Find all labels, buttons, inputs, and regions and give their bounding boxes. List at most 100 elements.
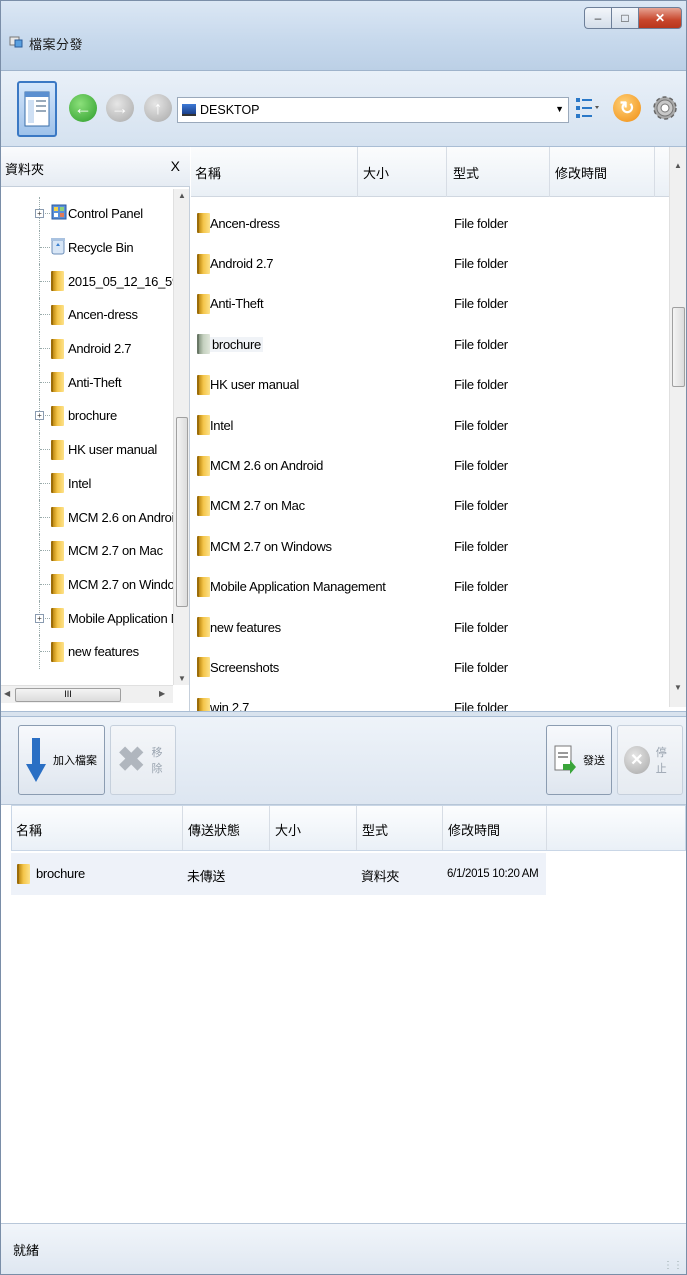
scroll-left-icon[interactable]: ◀ [4,689,10,698]
file-name: new features [210,619,281,635]
column-header-name[interactable]: 名稱 [195,163,221,182]
column-header-type[interactable]: 型式 [362,820,388,839]
file-row[interactable]: MCM 2.7 on Mac File folder [191,486,669,526]
tree-item[interactable]: + Mobile Application Ma [1,601,173,635]
refresh-button[interactable]: ↻ [609,81,645,135]
tree-item[interactable]: Recycle Bin [1,230,173,265]
tree-item[interactable]: Android 2.7 [1,331,173,366]
folder-icon [17,864,30,887]
tree-item[interactable]: Anti-Theft [1,365,173,400]
queue-row[interactable]: brochure 未傳送 資料夾 6/1/2015 10:20 AM [11,853,546,895]
folder-icon [51,439,64,460]
column-header-modified[interactable]: 修改時間 [555,163,607,182]
tree-item[interactable]: Intel [1,466,173,501]
file-type: File folder [454,659,508,675]
file-row[interactable]: Mobile Application Management File folder [191,567,669,607]
folder-icon [197,617,210,638]
resize-grip-icon[interactable]: ⋮⋮ [663,1260,683,1271]
folder-tree-close-button[interactable]: X [171,158,180,174]
tree-item[interactable]: + Control Panel [1,197,173,231]
file-row[interactable]: Anti-Theft File folder [191,284,669,324]
scrollbar-grip: III [64,689,72,699]
scroll-up-icon[interactable]: ▲ [674,161,682,170]
column-header-name[interactable]: 名稱 [16,820,42,839]
up-icon: ↑ [144,94,172,122]
file-row[interactable]: Ancen-dress File folder [191,203,669,243]
file-list-vertical-scrollbar[interactable]: ▲ ▼ [669,147,686,707]
file-type: File folder [454,619,508,635]
view-options-button[interactable] [569,81,605,135]
tree-item[interactable]: MCM 2.7 on Windows [1,567,173,602]
chevron-down-icon[interactable]: ▼ [555,104,564,114]
file-type: File folder [454,256,508,272]
file-row[interactable]: Android 2.7 File folder [191,243,669,283]
scroll-up-icon[interactable]: ▲ [178,191,186,200]
file-row[interactable]: MCM 2.7 on Windows File folder [191,526,669,566]
folder-icon [51,608,64,629]
folder-tree-horizontal-scrollbar[interactable]: ◀ III ▶ [1,685,173,703]
tree-item[interactable]: MCM 2.7 on Mac [1,533,173,568]
minimize-button[interactable]: – [584,7,611,29]
tree-item-label: Mobile Application Ma [68,610,173,626]
maximize-button[interactable]: □ [611,7,638,29]
scroll-down-icon[interactable]: ▼ [178,674,186,683]
column-header-status[interactable]: 傳送狀態 [188,820,240,839]
folder-tree-vertical-scrollbar[interactable]: ▲ ▼ [173,189,189,685]
file-row[interactable]: MCM 2.6 on Android File folder [191,445,669,485]
folder-tree: + Control Panel Recycle Bin 2015_05_12_16_5… [1,197,173,669]
folder-icon [51,304,64,325]
file-row[interactable]: Screenshots File folder [191,647,669,687]
forward-icon: → [106,94,134,122]
expand-icon[interactable]: + [35,411,44,421]
folder-icon [51,574,64,595]
scroll-down-icon[interactable]: ▼ [674,683,682,692]
control-panel-icon [51,204,67,223]
tree-item-label: 2015_05_12_16_59_44 [68,273,173,289]
remove-x-icon: ✖ [117,741,146,779]
file-name: MCM 2.7 on Mac [210,498,305,514]
tree-item[interactable]: new features [1,634,173,669]
expand-icon[interactable]: + [35,613,44,623]
send-button[interactable]: 發送 [546,725,612,795]
column-header-modified[interactable]: 修改時間 [448,820,500,839]
column-header-type[interactable]: 型式 [453,163,479,182]
file-name: Screenshots [210,659,279,675]
tree-item[interactable]: HK user manual [1,432,173,467]
file-row[interactable]: Intel File folder [191,405,669,445]
file-row[interactable]: HK user manual File folder [191,365,669,405]
remove-button[interactable]: ✖ 移除 [110,725,176,795]
address-text: DESKTOP [200,103,260,117]
folder-icon [51,540,64,561]
scrollbar-thumb[interactable]: III [15,688,121,702]
close-button[interactable]: ✕ [638,7,682,29]
tree-item-label: HK user manual [68,442,158,458]
address-bar[interactable]: DESKTOP ▼ [177,97,569,123]
file-row[interactable]: brochure File folder [191,324,669,364]
up-button[interactable]: ↑ [140,81,176,135]
column-header-size[interactable]: 大小 [363,163,389,182]
tree-item[interactable]: Ancen-dress [1,298,173,332]
tree-item-label: Intel [68,475,92,491]
folder-icon [197,536,210,557]
tree-item-label: new features [68,644,139,660]
file-type: File folder [454,336,508,352]
scroll-right-icon[interactable]: ▶ [159,689,165,698]
tree-item[interactable]: + brochure [1,399,173,433]
desktop-icon [182,104,196,116]
file-row[interactable]: new features File folder [191,607,669,647]
file-name: HK user manual [210,377,300,393]
settings-button[interactable] [647,81,683,135]
explorer-toggle-button[interactable] [17,81,57,137]
add-files-button[interactable]: 加入檔案 [18,725,105,795]
scrollbar-thumb[interactable] [672,307,685,387]
column-header-size[interactable]: 大小 [275,820,301,839]
stop-button[interactable]: ✕ 停止 [617,725,683,795]
tree-item[interactable]: 2015_05_12_16_59_44 [1,264,173,299]
tree-item[interactable]: MCM 2.6 on Android [1,500,173,534]
forward-button[interactable]: → [102,81,138,135]
back-button[interactable]: ← [65,81,101,135]
app-icon [9,36,23,48]
folder-icon [197,213,210,234]
expand-icon[interactable]: + [35,209,44,219]
scrollbar-thumb[interactable] [176,417,188,607]
